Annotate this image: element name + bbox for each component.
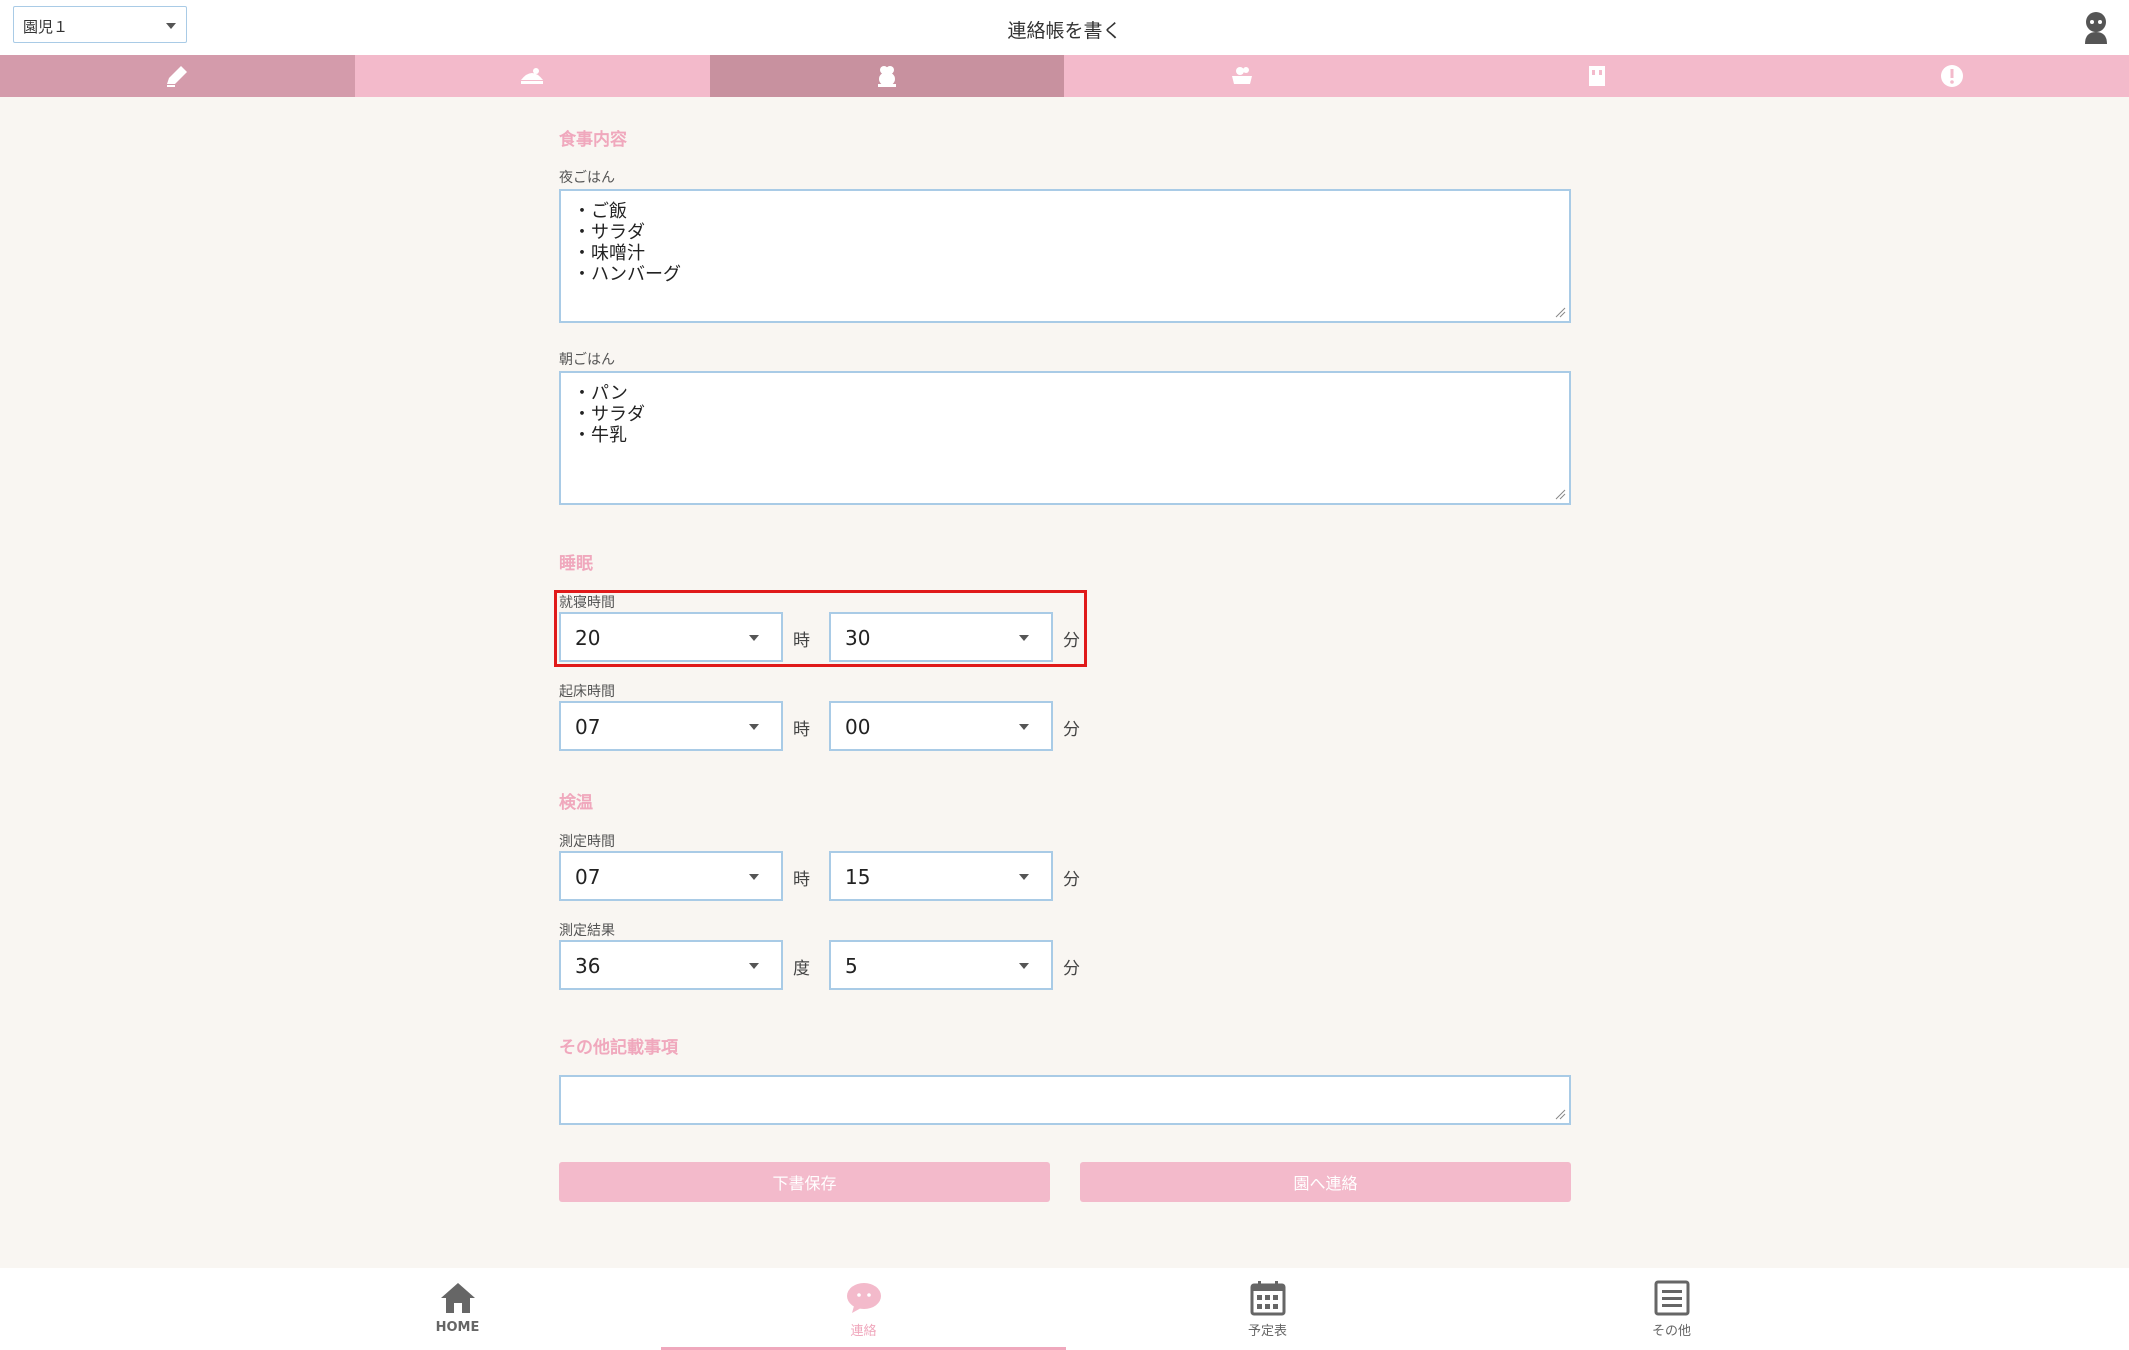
chevron-down-icon bbox=[1019, 874, 1029, 880]
chevron-down-icon bbox=[749, 963, 759, 969]
pencil-icon bbox=[167, 66, 188, 87]
temperature-degree-select[interactable]: 36 bbox=[559, 940, 783, 990]
breakfast-textarea[interactable]: ・パン ・サラダ ・牛乳 bbox=[559, 371, 1571, 505]
dinner-textarea[interactable]: ・ご飯 ・サラダ ・味噌汁 ・ハンバーグ bbox=[559, 189, 1571, 323]
nav-contact[interactable]: 連絡 bbox=[661, 1268, 1066, 1350]
tab-sleep[interactable] bbox=[709, 55, 1065, 97]
other-notes-textarea[interactable] bbox=[559, 1075, 1571, 1125]
decimal-unit: 分 bbox=[1063, 959, 1080, 979]
alert-icon bbox=[1940, 65, 1963, 87]
user-avatar-icon[interactable] bbox=[2081, 10, 2111, 44]
sleep-icon bbox=[878, 66, 897, 87]
resize-grip-icon[interactable] bbox=[1554, 306, 1566, 318]
temperature-decimal-select[interactable]: 5 bbox=[829, 940, 1053, 990]
breakfast-label: 朝ごはん bbox=[559, 352, 615, 368]
nav-other[interactable]: その他 bbox=[1469, 1268, 1874, 1350]
measure-hour-value: 07 bbox=[575, 865, 601, 889]
chevron-down-icon bbox=[1019, 724, 1029, 730]
nav-contact-label: 連絡 bbox=[850, 1324, 877, 1339]
dinner-text: ・ご飯 ・サラダ ・味噌汁 ・ハンバーグ bbox=[573, 201, 681, 285]
temperature-decimal-value: 5 bbox=[845, 954, 858, 978]
page-title: 連絡帳を書く bbox=[1007, 20, 1122, 42]
tab-write[interactable] bbox=[0, 55, 355, 97]
temperature-degree-value: 36 bbox=[575, 954, 601, 978]
measure-time-label: 測定時間 bbox=[559, 834, 615, 850]
nav-other-label: その他 bbox=[1651, 1324, 1691, 1339]
save-draft-button[interactable]: 下書保存 bbox=[559, 1162, 1050, 1202]
wake-label: 起床時間 bbox=[559, 684, 615, 700]
food-icon bbox=[521, 68, 544, 84]
chevron-down-icon bbox=[749, 724, 759, 730]
minute-unit: 分 bbox=[1063, 720, 1080, 740]
hour-unit: 時 bbox=[793, 720, 810, 740]
wake-hour-value: 07 bbox=[575, 715, 601, 739]
bath-icon bbox=[1231, 67, 1252, 84]
resize-grip-icon[interactable] bbox=[1554, 1108, 1566, 1120]
home-icon bbox=[440, 1283, 475, 1313]
tab-alert[interactable] bbox=[1774, 55, 2129, 97]
nav-schedule-label: 予定表 bbox=[1247, 1324, 1287, 1339]
section-title-other: その他記載事項 bbox=[559, 1038, 678, 1058]
chevron-down-icon bbox=[1019, 963, 1029, 969]
tab-toilet[interactable] bbox=[1419, 55, 1775, 97]
degree-unit: 度 bbox=[793, 959, 810, 979]
measure-result-label: 測定結果 bbox=[559, 923, 615, 939]
section-title-sleep: 睡眠 bbox=[559, 554, 593, 574]
highlight-box bbox=[554, 590, 1087, 667]
wake-minute-select[interactable]: 00 bbox=[829, 701, 1053, 751]
hour-unit: 時 bbox=[793, 870, 810, 890]
measure-hour-select[interactable]: 07 bbox=[559, 851, 783, 901]
tab-bath[interactable] bbox=[1064, 55, 1420, 97]
header-bar: 園児１ 連絡帳を書く bbox=[0, 0, 2129, 55]
nav-home-label: HOME bbox=[435, 1320, 480, 1335]
wake-hour-select[interactable]: 07 bbox=[559, 701, 783, 751]
bottom-nav: HOME 連絡 予定表 その他 bbox=[0, 1268, 2129, 1350]
contact-bubble-icon bbox=[846, 1283, 881, 1313]
resize-grip-icon[interactable] bbox=[1554, 488, 1566, 500]
nav-home[interactable]: HOME bbox=[255, 1268, 660, 1350]
tab-food[interactable] bbox=[354, 55, 710, 97]
dinner-label: 夜ごはん bbox=[559, 170, 615, 186]
nav-schedule[interactable]: 予定表 bbox=[1065, 1268, 1470, 1350]
breakfast-text: ・パン ・サラダ ・牛乳 bbox=[573, 383, 645, 446]
measure-minute-value: 15 bbox=[845, 865, 871, 889]
section-title-temperature: 検温 bbox=[559, 793, 593, 813]
section-title-meal: 食事内容 bbox=[559, 130, 627, 150]
toilet-icon bbox=[1588, 66, 1605, 86]
minute-unit: 分 bbox=[1063, 870, 1080, 890]
calendar-icon bbox=[1250, 1281, 1285, 1316]
measure-minute-select[interactable]: 15 bbox=[829, 851, 1053, 901]
menu-list-icon bbox=[1654, 1280, 1689, 1316]
send-to-school-button[interactable]: 園へ連絡 bbox=[1080, 1162, 1571, 1202]
wake-minute-value: 00 bbox=[845, 715, 871, 739]
category-tab-bar bbox=[0, 55, 2129, 97]
chevron-down-icon bbox=[749, 874, 759, 880]
